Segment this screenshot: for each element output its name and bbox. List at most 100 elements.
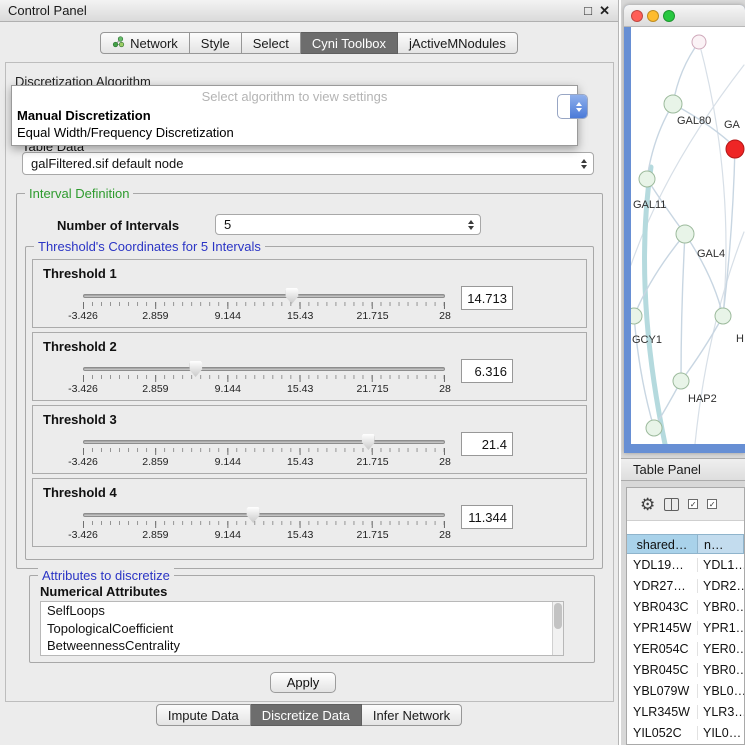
network-window-titlebar[interactable] [624, 5, 745, 27]
network-node-gcy1[interactable] [631, 308, 642, 324]
network-node[interactable] [692, 35, 706, 49]
node-table: shared… n… YDL19…YDL1…YDR27…YDR2…YBR043C… [627, 534, 744, 743]
threshold-value-field[interactable]: 6.316 [461, 359, 513, 383]
tab-jactivemnodules[interactable]: jActiveMNodules [398, 32, 518, 54]
columns-icon[interactable] [664, 498, 679, 511]
table-cell[interactable]: YLR345W [627, 705, 698, 719]
control-panel-titlebar[interactable]: Control Panel □ ✕ [0, 0, 618, 22]
algorithm-options: Manual DiscretizationEqual Width/Frequen… [12, 107, 577, 141]
table-cell[interactable]: YIL052C [627, 726, 698, 740]
table-cell[interactable]: YPR145W [627, 621, 698, 635]
tab-cyni-toolbox[interactable]: Cyni Toolbox [301, 32, 398, 54]
network-node-gal11[interactable] [639, 171, 655, 187]
tab-style[interactable]: Style [190, 32, 242, 54]
column-header-name[interactable]: n… [698, 534, 744, 554]
close-icon[interactable]: ✕ [599, 0, 610, 21]
scrollbar[interactable] [552, 602, 563, 655]
table-cell[interactable]: YDL1… [698, 558, 744, 572]
tab-discretize-data[interactable]: Discretize Data [251, 704, 362, 726]
attribute-item-selfloops[interactable]: SelfLoops [41, 602, 563, 620]
threshold-panel-1: Threshold 1-3.4262.8599.14415.4321.71528… [32, 259, 587, 328]
scrollbar-thumb[interactable] [554, 603, 562, 629]
table-row[interactable]: YBL079WYBL0… [627, 680, 744, 701]
network-canvas[interactable]: GAL80GAGAL11GAL4GCY1HHAP2 [631, 27, 745, 444]
tab-network[interactable]: Network [100, 32, 190, 54]
slider-track[interactable] [83, 513, 445, 517]
network-node-gal4[interactable] [676, 225, 694, 243]
network-node-gal80[interactable] [664, 95, 682, 113]
stepper-icon [581, 159, 587, 169]
number-of-intervals-select[interactable]: 5 [215, 214, 481, 235]
attribute-item-topologicalcoefficient[interactable]: TopologicalCoefficient [41, 620, 563, 638]
gear-icon[interactable]: ⚙ [640, 496, 655, 513]
table-cell[interactable]: YPR1… [698, 621, 744, 635]
threshold-value-field[interactable]: 21.4 [461, 432, 513, 456]
scale-label: 2.859 [142, 529, 168, 541]
screen: Control Panel □ ✕ NetworkStyleSelectCyni… [0, 0, 745, 745]
table-cell[interactable]: YIL0… [698, 726, 744, 740]
table-panel-header[interactable]: Table Panel [621, 458, 745, 481]
slider-track[interactable] [83, 367, 445, 371]
float-window-icon[interactable]: □ [584, 0, 592, 21]
network-edge [681, 234, 685, 381]
attribute-item-betweennesscentrality[interactable]: BetweennessCentrality [41, 637, 563, 655]
table-row[interactable]: YBR043CYBR0… [627, 596, 744, 617]
table-cell[interactable]: YER0… [698, 642, 744, 656]
scale-label: 2.859 [142, 310, 168, 322]
threshold-value-field[interactable]: 11.344 [461, 505, 513, 529]
threshold-value-field[interactable]: 14.713 [461, 286, 513, 310]
control-panel-window: Control Panel □ ✕ NetworkStyleSelectCyni… [0, 0, 619, 745]
table-cell[interactable]: YBR045C [627, 663, 698, 677]
table-cell[interactable]: YBR043C [627, 600, 698, 614]
apply-button[interactable]: Apply [270, 672, 336, 693]
algorithm-combo-fragment[interactable] [557, 94, 588, 119]
network-node-h[interactable] [715, 308, 731, 324]
table-cell[interactable]: YBL079W [627, 684, 698, 698]
table-cell[interactable]: YDR2… [698, 579, 744, 593]
tab-infer-network[interactable]: Infer Network [362, 704, 462, 726]
table-cell[interactable]: YBL0… [698, 684, 744, 698]
network-edge [685, 234, 723, 316]
node-label: GAL4 [697, 248, 725, 260]
column-header-shared-name[interactable]: shared… [627, 534, 698, 554]
zoom-traffic-light-icon[interactable] [663, 10, 675, 22]
slider-track[interactable] [83, 294, 445, 298]
scale-label: 28 [439, 383, 451, 395]
table-row[interactable]: YBR045CYBR0… [627, 659, 744, 680]
table-row[interactable]: YIL052CYIL0… [627, 722, 744, 743]
tab-select[interactable]: Select [242, 32, 301, 54]
tab-impute-data[interactable]: Impute Data [156, 704, 251, 726]
algorithm-option-manual-discretization[interactable]: Manual Discretization [12, 107, 577, 124]
threshold-panel-4: Threshold 4-3.4262.8599.14415.4321.71528… [32, 478, 587, 547]
table-cell[interactable]: YER054C [627, 642, 698, 656]
thresholds-group: Threshold's Coordinates for 5 Intervals … [25, 246, 594, 560]
network-node-ga[interactable] [726, 140, 744, 158]
table-row[interactable]: YLR345WYLR3… [627, 701, 744, 722]
slider-scale: -3.4262.8599.14415.4321.71528 [83, 310, 445, 323]
checkbox-icon[interactable]: ✓ [707, 499, 717, 509]
network-window: GAL80GAGAL11GAL4GCY1HHAP2 [624, 5, 745, 453]
table-cell[interactable]: YDL19… [627, 558, 698, 572]
node-label: HAP2 [688, 393, 717, 405]
table-row[interactable]: YPR145WYPR1… [627, 617, 744, 638]
table-data-select[interactable]: galFiltered.sif default node [22, 152, 594, 175]
table-cell[interactable]: YDR27… [627, 579, 698, 593]
algorithm-option-equal-width-frequency-discretization[interactable]: Equal Width/Frequency Discretization [12, 124, 577, 141]
table-row[interactable]: YER054CYER0… [627, 638, 744, 659]
network-node[interactable] [646, 420, 662, 436]
table-row[interactable]: YDR27…YDR2… [627, 575, 744, 596]
slider-track[interactable] [83, 440, 445, 444]
scale-label: 9.144 [215, 529, 241, 541]
checkbox-icon[interactable]: ✓ [688, 499, 698, 509]
table-panel-window: ⚙ ✓ ✓ shared… n… YDL19…YDL1…YDR27…YDR2…Y… [626, 487, 745, 745]
table-cell[interactable]: YLR3… [698, 705, 744, 719]
table-cell[interactable]: YBR0… [698, 600, 744, 614]
close-traffic-light-icon[interactable] [631, 10, 643, 22]
table-panel-toolbar: ⚙ ✓ ✓ [627, 488, 744, 521]
scale-label: -3.426 [68, 310, 98, 322]
top-tab-bar: NetworkStyleSelectCyni ToolboxjActiveMNo… [0, 32, 618, 54]
minimize-traffic-light-icon[interactable] [647, 10, 659, 22]
table-row[interactable]: YDL19…YDL1… [627, 554, 744, 575]
network-node-hap2[interactable] [673, 373, 689, 389]
table-cell[interactable]: YBR0… [698, 663, 744, 677]
